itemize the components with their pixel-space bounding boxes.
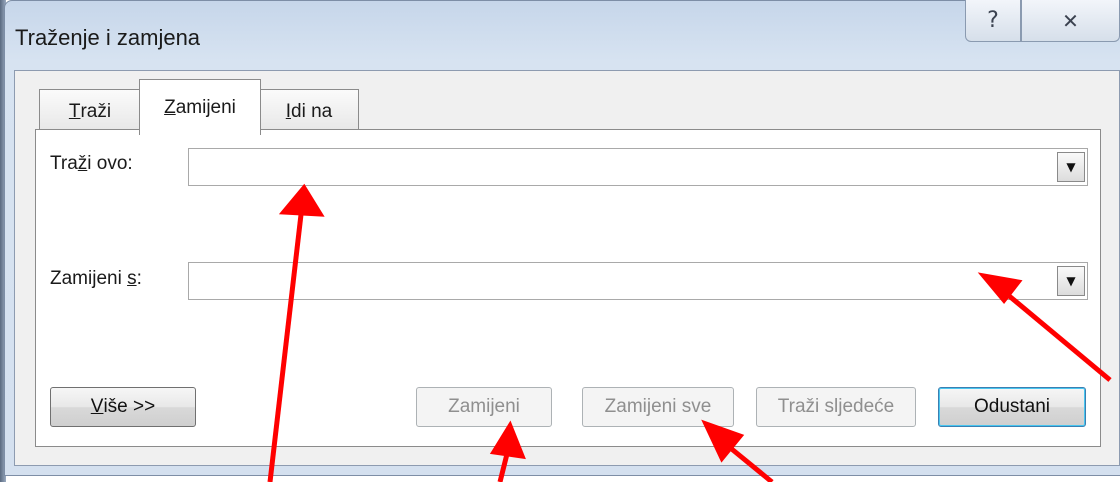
tab-replace-label: amijeni xyxy=(175,96,236,118)
replace-with-input[interactable] xyxy=(189,263,1053,299)
chevron-down-icon: ▼ xyxy=(1066,274,1076,288)
close-button[interactable]: ✕ xyxy=(1021,0,1120,42)
tab-replace-label-accel: Z xyxy=(164,96,176,118)
replace-with-combobox[interactable]: ▼ xyxy=(188,262,1088,300)
tab-find[interactable]: Traži xyxy=(39,89,141,133)
tab-find-label-accel: T xyxy=(68,100,81,122)
find-what-combobox[interactable]: ▼ xyxy=(188,148,1088,186)
tab-go-to-label: di na xyxy=(291,100,333,122)
help-button[interactable]: ? xyxy=(965,0,1021,42)
chevron-down-icon: ▼ xyxy=(1066,160,1076,174)
tab-replace[interactable]: Zamijeni xyxy=(139,79,261,135)
dialog-title: Traženje i zamjena xyxy=(15,25,201,50)
close-icon: ✕ xyxy=(1062,8,1079,33)
replace-button[interactable]: Zamijeni xyxy=(416,387,552,427)
dialog-client-area: Traži Zamijeni Idi na Traži ovo: ▼ Zamij… xyxy=(14,70,1120,466)
find-what-input[interactable] xyxy=(189,149,1053,185)
tab-find-label: raži xyxy=(80,100,112,122)
help-icon: ? xyxy=(987,8,999,33)
find-what-dropdown-button[interactable]: ▼ xyxy=(1057,152,1085,182)
cancel-button[interactable]: Odustani xyxy=(938,387,1086,427)
title-bar-buttons: ? ✕ xyxy=(965,0,1120,44)
replace-all-button[interactable]: Zamijeni sve xyxy=(582,387,734,427)
more-button[interactable]: Više >> xyxy=(50,387,196,427)
tab-go-to[interactable]: Idi na xyxy=(259,89,359,133)
find-what-label: Traži ovo: xyxy=(50,153,133,174)
replace-tab-panel: Traži ovo: ▼ Zamijeni s: ▼ Više >> Zamij… xyxy=(35,129,1101,447)
find-next-button[interactable]: Traži sljedeće xyxy=(756,387,916,427)
replace-with-label: Zamijeni s: xyxy=(50,268,142,289)
replace-with-dropdown-button[interactable]: ▼ xyxy=(1057,266,1085,296)
